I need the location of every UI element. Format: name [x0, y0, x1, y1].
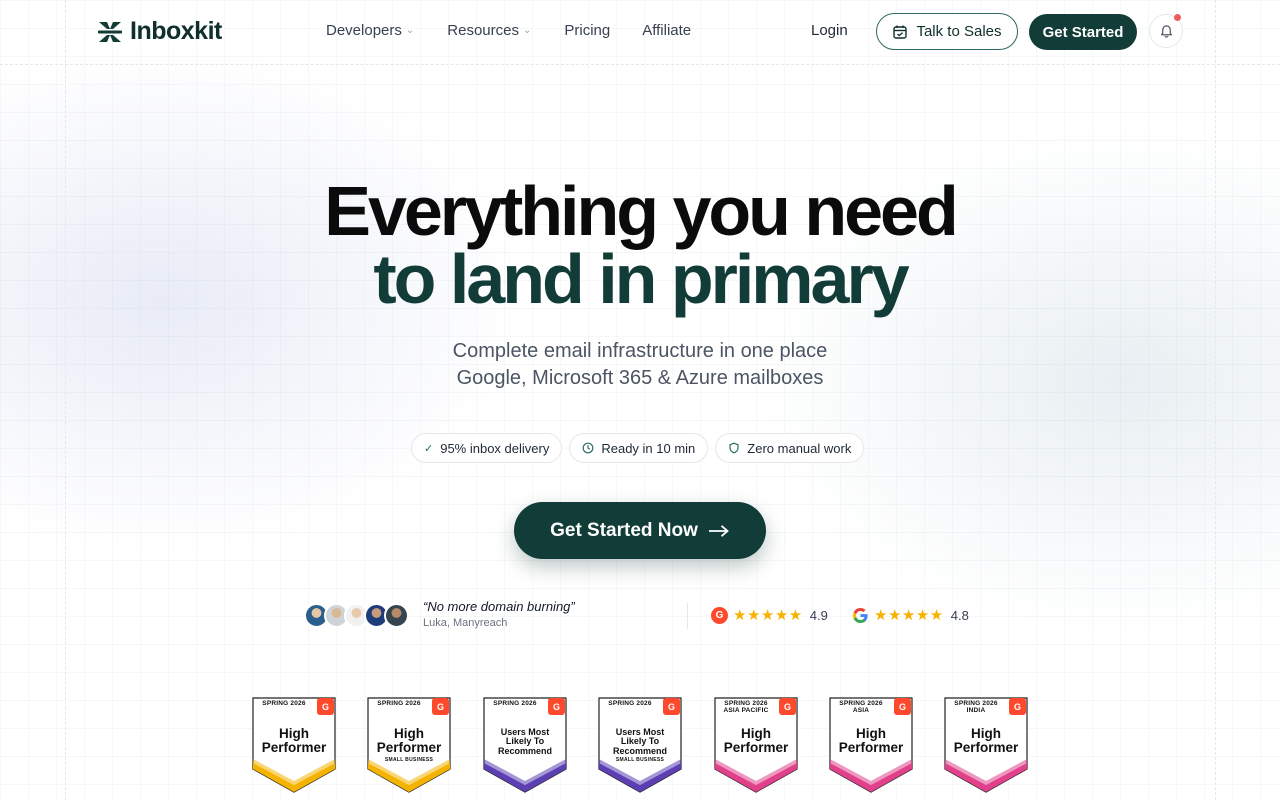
- background-glow: [0, 0, 1280, 800]
- g2-badge: SPRING 2026 G Users Most Likely To Recomme…: [483, 697, 567, 794]
- g2-logo-icon: G: [1009, 698, 1026, 715]
- hero-headline-line1: Everything you need: [324, 172, 958, 250]
- arrow-right-icon: [708, 524, 729, 537]
- customer-avatars: [304, 603, 409, 628]
- g2-badge: SPRING 2026 ASIA PACIFIC G High Performer: [714, 697, 798, 794]
- get-started-now-button[interactable]: Get Started Now: [514, 502, 766, 559]
- badge-season: SPRING 2026: [377, 700, 421, 707]
- nav-affiliate[interactable]: Affiliate: [642, 22, 691, 39]
- badge-title: Users Most Likely To Recommend: [497, 727, 552, 756]
- badge-title: Users Most Likely To Recommend: [612, 727, 667, 756]
- badge-season: SPRING 2026: [608, 700, 652, 707]
- g2-logo-icon: G: [432, 698, 449, 715]
- hero-headline-line2: to land in primary: [373, 240, 909, 318]
- g2-logo-icon: G: [663, 698, 680, 715]
- google-score: 4.8: [950, 607, 969, 623]
- chip-label: 95% inbox delivery: [440, 440, 550, 456]
- badge-season: SPRING 2026 ASIA: [839, 700, 883, 714]
- hero-subtitle-line2: Google, Microsoft 365 & Azure mailboxes: [456, 367, 824, 389]
- shield-icon: [729, 442, 739, 454]
- calendar-icon: [893, 25, 908, 39]
- g2-logo-icon: G: [548, 698, 565, 715]
- nav-links: Developers ⌄ Resources ⌄ Pricing Affilia…: [326, 22, 691, 39]
- g2-score: 4.9: [809, 607, 828, 623]
- brand-logo[interactable]: Inboxkit: [96, 17, 222, 46]
- notification-dot: [1174, 14, 1181, 21]
- chip-inbox-delivery: ✓ 95% inbox delivery: [411, 433, 563, 463]
- nav-resources-label: Resources: [447, 22, 519, 39]
- talk-to-sales-button[interactable]: Talk to Sales: [876, 13, 1018, 50]
- right-guide-line: [1215, 0, 1216, 800]
- g2-badge: SPRING 2026 G High Performer SMALL BUSINESS: [367, 697, 451, 794]
- logo-mark-icon: [98, 21, 122, 42]
- g2-logo-icon: G: [317, 698, 334, 715]
- star-rating-icon: ★★★★★: [733, 607, 803, 624]
- badge-subtitle: SMALL BUSINESS: [615, 757, 665, 763]
- nav-developers[interactable]: Developers ⌄: [326, 22, 414, 39]
- top-navigation: Inboxkit Developers ⌄ Resources ⌄ Pricin…: [0, 0, 1280, 64]
- star-rating-icon: ★★★★★: [874, 607, 944, 624]
- g2-logo-icon: G: [711, 606, 728, 624]
- testimonial-quote: “No more domain burning”: [423, 599, 575, 614]
- google-logo-icon: [852, 607, 868, 623]
- get-started-button[interactable]: Get Started: [1029, 14, 1137, 50]
- avatar: [384, 603, 409, 628]
- brand-name: Inboxkit: [130, 17, 222, 45]
- badge-season: SPRING 2026 INDIA: [954, 700, 998, 714]
- chip-zero-manual: Zero manual work: [715, 433, 865, 463]
- left-guide-line: [65, 0, 66, 800]
- chevron-down-icon: ⌄: [405, 25, 415, 36]
- badge-season: SPRING 2026: [262, 700, 306, 707]
- header-divider: [0, 64, 1280, 65]
- g2-badges: SPRING 2026 G High Performer SPRING 2026 G H…: [252, 697, 1028, 800]
- g2-badge: SPRING 2026 INDIA G High Performer: [944, 697, 1028, 794]
- badge-title: High Performer: [953, 726, 1019, 756]
- chip-ready-time: Ready in 10 min: [569, 433, 709, 463]
- g2-logo-icon: G: [779, 698, 796, 715]
- g2-badge: SPRING 2026 G Users Most Likely To Recomme…: [598, 697, 682, 794]
- cta-label: Get Started Now: [550, 519, 698, 541]
- g2-logo-icon: G: [894, 698, 911, 715]
- badge-title: High Performer: [261, 726, 327, 756]
- badge-season: SPRING 2026: [493, 700, 537, 707]
- nav-affiliate-label: Affiliate: [642, 22, 692, 39]
- login-link[interactable]: Login: [811, 22, 848, 39]
- talk-to-sales-label: Talk to Sales: [916, 23, 1002, 40]
- badge-title: High Performer: [376, 726, 442, 756]
- g2-badge: SPRING 2026 G High Performer: [252, 697, 336, 794]
- bell-icon: [1160, 24, 1172, 37]
- badge-season: SPRING 2026 ASIA PACIFIC: [723, 700, 769, 714]
- nav-pricing-label: Pricing: [564, 22, 611, 39]
- feature-chips: ✓ 95% inbox delivery Ready in 10 min Zer…: [411, 433, 865, 463]
- nav-pricing[interactable]: Pricing: [564, 22, 610, 39]
- google-rating: ★★★★★ 4.8: [852, 606, 969, 624]
- chip-label: Ready in 10 min: [601, 440, 696, 456]
- hero-subtitle-line1: Complete email infrastructure in one pla…: [452, 340, 828, 362]
- g2-rating: G ★★★★★ 4.9: [711, 606, 828, 624]
- badge-title: High Performer: [838, 726, 904, 756]
- badge-subtitle: SMALL BUSINESS: [384, 757, 434, 763]
- notifications-button[interactable]: [1149, 14, 1183, 48]
- proof-divider: [687, 603, 688, 629]
- nav-developers-label: Developers: [326, 22, 402, 39]
- background-grid: [0, 0, 1280, 800]
- g2-badge: SPRING 2026 ASIA G High Performer: [829, 697, 913, 794]
- testimonial-author: Luka, Manyreach: [423, 617, 508, 629]
- nav-resources[interactable]: Resources ⌄: [447, 22, 531, 39]
- chevron-down-icon: ⌄: [522, 25, 532, 36]
- clock-icon: [582, 442, 594, 454]
- check-icon: ✓: [424, 442, 434, 455]
- badge-title: High Performer: [723, 726, 789, 756]
- chip-label: Zero manual work: [747, 440, 852, 456]
